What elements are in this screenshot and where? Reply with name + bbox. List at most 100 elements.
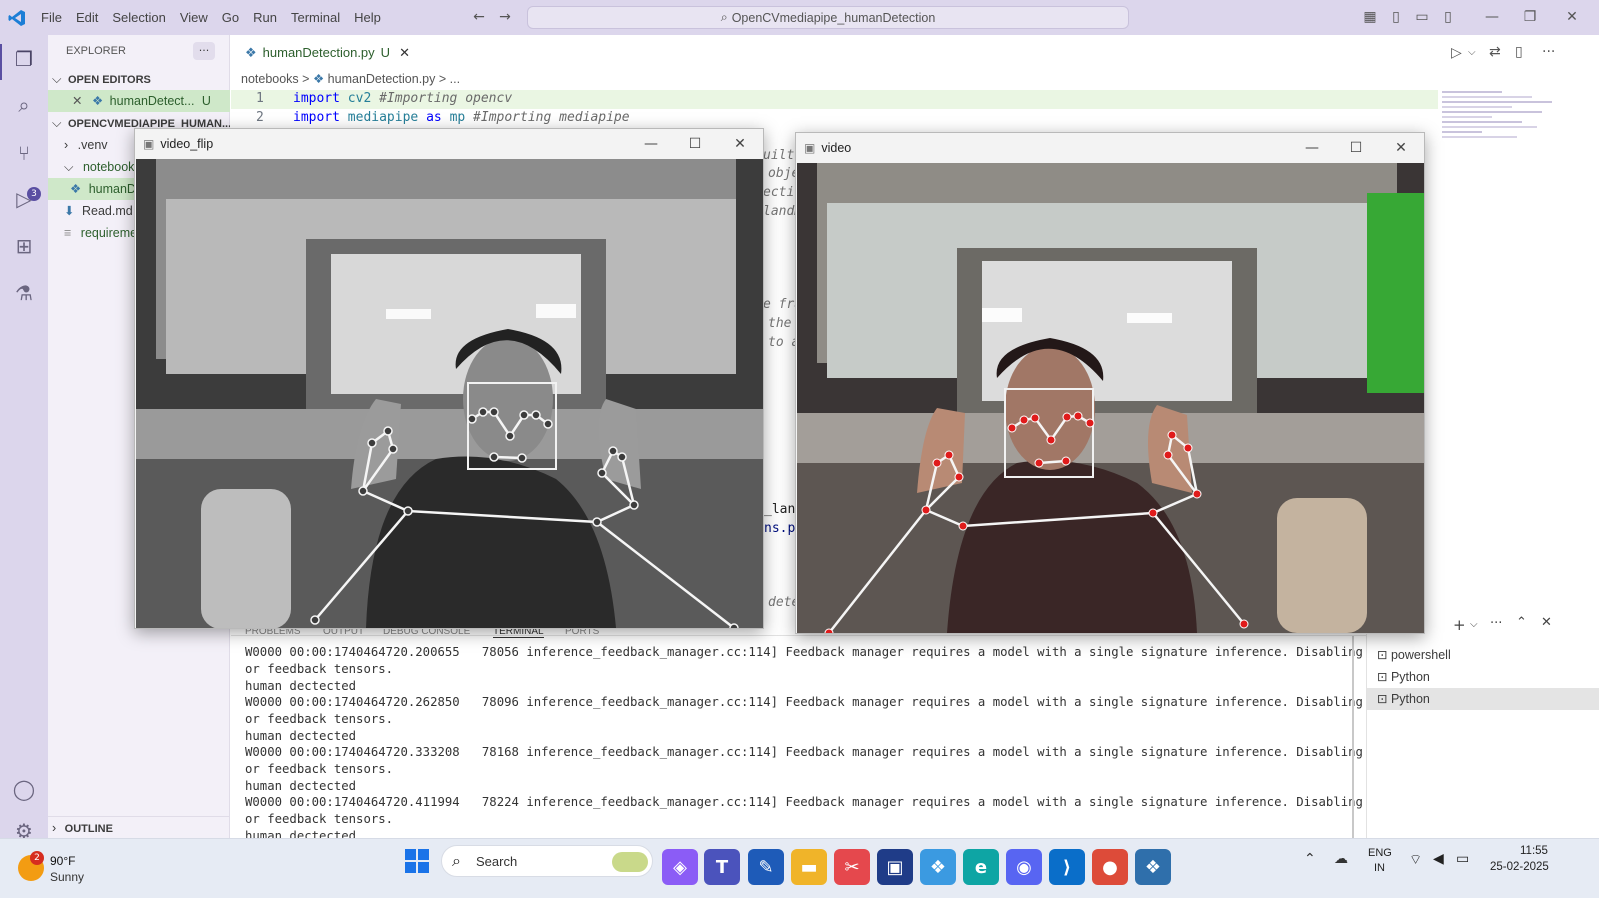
- line-number: 2: [256, 110, 264, 125]
- teams-icon[interactable]: T: [704, 849, 740, 885]
- clock-time[interactable]: 11:55: [1520, 845, 1548, 857]
- terminal-session[interactable]: ⊡ Python: [1367, 688, 1599, 710]
- minimize-icon[interactable]: —: [629, 129, 673, 159]
- clock-date[interactable]: 25-02-2025: [1490, 861, 1549, 873]
- run-icon[interactable]: ▷: [1451, 45, 1462, 61]
- outline-section[interactable]: › OUTLINE: [48, 816, 230, 838]
- more-actions-icon[interactable]: ···: [1542, 44, 1555, 60]
- new-terminal-icon[interactable]: +: [1453, 616, 1466, 634]
- discord-icon[interactable]: ◉: [1006, 849, 1042, 885]
- breadcrumb-file[interactable]: humanDetection.py: [328, 72, 436, 86]
- extensions-icon[interactable]: ⊞: [10, 232, 38, 260]
- source-control-icon[interactable]: ⑂: [10, 139, 38, 167]
- explorer-more-button[interactable]: ···: [193, 42, 215, 60]
- close-editor-icon[interactable]: ✕: [72, 94, 82, 108]
- close-icon[interactable]: ✕: [1379, 133, 1423, 163]
- code-line-1[interactable]: import cv2 #Importing opencv: [293, 91, 512, 106]
- menu-terminal[interactable]: Terminal: [284, 10, 347, 25]
- close-icon[interactable]: ✕: [1564, 9, 1580, 25]
- volume-icon[interactable]: ◀: [1433, 851, 1444, 867]
- split-editor-icon[interactable]: ▯: [1515, 44, 1523, 60]
- weather-temp: 90°F: [50, 854, 76, 868]
- menu-help[interactable]: Help: [347, 10, 388, 25]
- compare-icon[interactable]: ⇄: [1489, 44, 1501, 60]
- menu-go[interactable]: Go: [215, 10, 246, 25]
- battery-icon[interactable]: ▭: [1456, 851, 1469, 867]
- download-file-icon: ⬇: [64, 204, 75, 218]
- close-tab-icon[interactable]: ✕: [399, 45, 410, 61]
- weather-desc: Sunny: [50, 870, 85, 884]
- maximize-panel-icon[interactable]: ⌃: [1516, 615, 1527, 630]
- chrome-icon[interactable]: ●: [1092, 849, 1128, 885]
- window-app-icon: ▣: [143, 137, 155, 151]
- wifi-icon[interactable]: ⌔: [1409, 851, 1422, 869]
- window-title: video: [821, 141, 852, 155]
- menu-selection[interactable]: Selection: [105, 10, 172, 25]
- copilot-icon[interactable]: ◈: [662, 849, 698, 885]
- toggle-secondary-sidebar-icon[interactable]: ▯: [1440, 9, 1456, 25]
- whiteboard-icon[interactable]: ✎: [748, 849, 784, 885]
- onedrive-icon[interactable]: ☁: [1334, 851, 1348, 867]
- account-icon[interactable]: ◯: [10, 775, 38, 803]
- breadcrumb-symbol[interactable]: ...: [450, 72, 460, 86]
- more-actions-icon[interactable]: ···: [1490, 616, 1502, 631]
- restore-icon[interactable]: ❐: [1522, 9, 1538, 25]
- code-line-2[interactable]: import mediapipe as mp #Importing mediap…: [293, 110, 630, 125]
- close-icon[interactable]: ✕: [718, 129, 762, 159]
- command-center-search[interactable]: ⌕ OpenCVmediapipe_humanDetection: [527, 6, 1129, 29]
- breadcrumb-separator: >: [302, 72, 310, 86]
- terminal-session[interactable]: ⊡ powershell: [1367, 644, 1599, 666]
- run-debug-icon[interactable]: ▷: [10, 185, 38, 213]
- minimap[interactable]: [1442, 88, 1562, 183]
- menu-view[interactable]: View: [173, 10, 215, 25]
- breadcrumb-separator: >: [438, 72, 447, 86]
- close-panel-icon[interactable]: ✕: [1541, 615, 1552, 630]
- taskbar-search[interactable]: ⌕ Search: [441, 845, 653, 877]
- chevron-down-icon: ⌵: [52, 116, 62, 130]
- weather-badge: 2: [30, 851, 44, 865]
- open-editor-item[interactable]: ✕ ❖ humanDetect... U: [48, 90, 230, 112]
- breadcrumb-folder[interactable]: notebooks: [241, 72, 299, 86]
- maximize-icon[interactable]: ☐: [1334, 133, 1378, 163]
- chevron-up-icon[interactable]: ⌃: [1304, 851, 1316, 867]
- open-editors-section[interactable]: ⌵ OPEN EDITORS: [48, 68, 230, 90]
- menu-edit[interactable]: Edit: [69, 10, 105, 25]
- minimize-icon[interactable]: —: [1290, 133, 1334, 163]
- explorer-title: EXPLORER: [66, 45, 126, 57]
- customize-layout-icon[interactable]: ▦: [1362, 9, 1378, 25]
- menu-run[interactable]: Run: [246, 10, 284, 25]
- vscode-icon[interactable]: ⟩: [1049, 849, 1085, 885]
- menu-file[interactable]: File: [34, 10, 69, 25]
- untracked-status: U: [201, 94, 211, 108]
- forward-arrow-icon[interactable]: →: [497, 9, 513, 25]
- video-flip-window[interactable]: ▣ video_flip — ☐ ✕: [134, 128, 764, 629]
- snipping-tool-icon[interactable]: ✂: [834, 849, 870, 885]
- language-top[interactable]: ENG: [1368, 847, 1392, 859]
- python-window-icon[interactable]: ❖: [1135, 849, 1171, 885]
- chevron-down-icon[interactable]: ⌵: [1468, 47, 1476, 58]
- weather-widget[interactable]: 2 90°F Sunny: [16, 849, 126, 889]
- search-icon[interactable]: ⌕: [10, 91, 38, 119]
- toggle-panel-icon[interactable]: ▭: [1414, 9, 1430, 25]
- maximize-icon[interactable]: ☐: [673, 129, 717, 159]
- minimize-icon[interactable]: —: [1484, 9, 1500, 25]
- file-explorer-icon[interactable]: ▬: [791, 849, 827, 885]
- edge-icon[interactable]: e: [963, 849, 999, 885]
- tab-status: U: [380, 45, 391, 60]
- language-bottom[interactable]: IN: [1374, 862, 1385, 874]
- python-app-icon[interactable]: ❖: [920, 849, 956, 885]
- terminal-line: W0000 00:00:1740464720.262850 78096 infe…: [245, 695, 1437, 709]
- back-arrow-icon[interactable]: ←: [471, 9, 487, 25]
- chevron-down-icon[interactable]: ⌵: [1470, 619, 1478, 630]
- explorer-icon[interactable]: ❐: [10, 45, 38, 73]
- title-bar: File Edit Selection View Go Run Terminal…: [0, 0, 1599, 35]
- tab-humandetection[interactable]: ❖ humanDetection.py U ✕: [231, 35, 411, 70]
- terminal-scrollbar[interactable]: [1352, 636, 1354, 859]
- video-window[interactable]: ▣ video — ☐ ✕: [795, 132, 1425, 634]
- store-icon[interactable]: ▣: [877, 849, 913, 885]
- terminal-session[interactable]: ⊡ Python: [1367, 666, 1599, 688]
- testing-icon[interactable]: ⚗: [10, 279, 38, 307]
- start-button[interactable]: [405, 849, 429, 873]
- alias-name: mp: [449, 110, 466, 125]
- toggle-sidebar-icon[interactable]: ▯: [1388, 9, 1404, 25]
